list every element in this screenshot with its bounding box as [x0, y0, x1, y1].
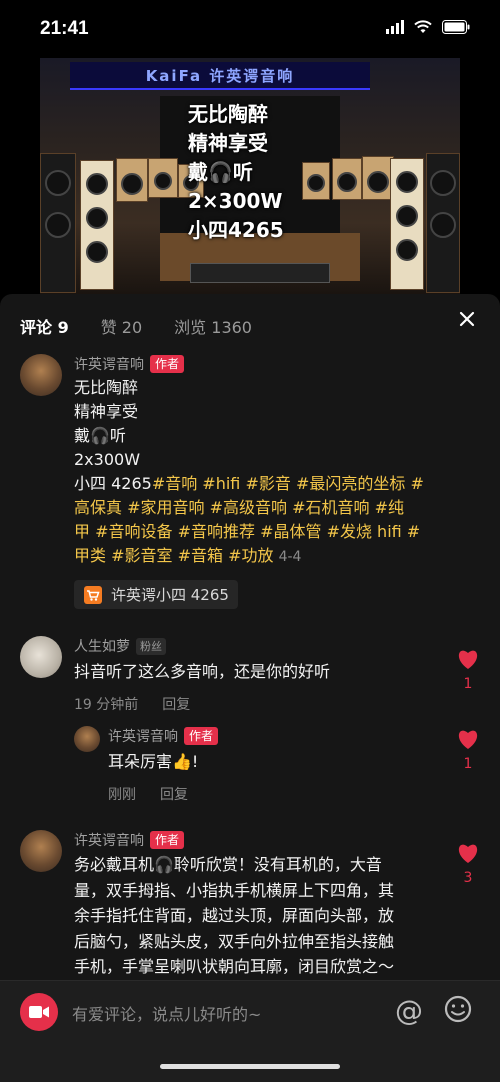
comment-panel: 评论 9 赞 20 浏览 1360 许英谔音响 作者 无比陶醉 精神享受 戴🎧听… — [0, 294, 500, 1082]
comment-text: 抖音听了这么多音响，还是你的好听 — [74, 662, 331, 681]
home-indicator — [160, 1064, 340, 1069]
comment-time: 19 分钟前 — [74, 697, 139, 713]
heart-icon — [458, 844, 478, 863]
hashtag-list[interactable]: 高保真 #家用音响 #高级音响 #石机音响 #纯 — [74, 496, 480, 520]
reply-item: 许英谔音响 作者 耳朵厉害👍! 刚刚 回复 1 — [20, 726, 480, 806]
battery-icon — [442, 20, 470, 34]
tab-likes[interactable]: 赞 20 — [101, 314, 142, 338]
like-button[interactable]: 1 — [456, 648, 480, 692]
comment-item: 人生如萝 粉丝 抖音听了这么多音响，还是你的好听 19 分钟前 回复 1 — [20, 636, 480, 716]
author-badge: 作者 — [150, 831, 185, 849]
comment-meta: 19 分钟前 回复 — [74, 694, 190, 714]
video-overlay-text: 无比陶醉 精神享受 戴🎧听 2×300W 小四4265 — [188, 100, 348, 245]
comment-line: 余手指托住背面，越过头顶，屏面向头部，放 — [74, 906, 395, 925]
comment-item: 许英谔音响 作者 务必戴耳机🎧聆听欣赏！没有耳机的，大音 量，双手拇指、小指执手… — [20, 830, 480, 976]
comment-header: 许英谔音响 作者 — [74, 830, 185, 850]
heart-icon — [458, 730, 478, 749]
avatar[interactable] — [20, 636, 62, 678]
speaker-bookshelf-2 — [148, 158, 178, 198]
product-name: 许英谔小四 4265 — [111, 586, 229, 604]
video-player[interactable]: KaiFa 许英谔音响 无比陶醉 精神享受 戴🎧听 2×300W 小四4265 — [0, 58, 500, 294]
status-icons — [386, 20, 470, 34]
comment-username[interactable]: 许英谔音响 — [108, 726, 178, 746]
speaker-left-large — [40, 153, 76, 293]
comment-line: 务必戴耳机🎧聆听欣赏！没有耳机的，大音 — [74, 855, 382, 874]
tab-views[interactable]: 浏览 1360 — [174, 314, 252, 338]
speaker-bookshelf-1 — [116, 158, 148, 202]
author-badge: 作者 — [184, 727, 219, 745]
comment-username[interactable]: 人生如萝 — [74, 636, 130, 656]
heart-icon — [458, 650, 478, 669]
comment-line: 手机，手掌呈喇叭状朝向耳廓，闭目欣赏之～ — [74, 957, 395, 976]
signal-icon — [386, 20, 404, 34]
status-time: 21:41 — [40, 18, 89, 39]
comment-header: 许英谔音响 作者 — [108, 726, 219, 746]
comment-time: 刚刚 — [108, 787, 136, 803]
comment-date: 4-4 — [278, 549, 302, 565]
brand-banner: KaiFa 许英谔音响 — [70, 62, 370, 90]
comment-text: 无比陶醉 精神享受 戴🎧听 2x300W 小四 4265#音响 #hifi #影… — [74, 376, 480, 569]
author-badge: 作者 — [150, 355, 185, 373]
comment-username[interactable]: 许英谔音响 — [74, 354, 144, 374]
camera-icon — [29, 1006, 49, 1018]
reply-button[interactable]: 回复 — [160, 784, 188, 804]
comment-header: 人生如萝 粉丝 — [74, 636, 166, 656]
tab-comments[interactable]: 评论 9 — [20, 314, 69, 338]
overlay-line: 戴🎧听 — [188, 160, 253, 184]
comment-text: 务必戴耳机🎧聆听欣赏！没有耳机的，大音 量，双手拇指、小指执手机横屏上下四角，其… — [74, 852, 444, 980]
comment-item: 许英谔音响 作者 无比陶醉 精神享受 戴🎧听 2x300W 小四 4265#音响… — [20, 354, 480, 614]
speaker-left-floor — [80, 160, 114, 290]
panel-tabs: 评论 9 赞 20 浏览 1360 — [20, 314, 252, 338]
like-button[interactable]: 1 — [456, 728, 480, 772]
shopping-cart-icon — [84, 585, 102, 604]
hashtag-list[interactable]: 甲 #音响设备 #音响推荐 #晶体管 #发烧 hifi # — [74, 520, 480, 544]
overlay-line: 小四4265 — [188, 218, 284, 242]
like-count: 1 — [463, 756, 473, 772]
speaker-right-large — [426, 153, 460, 293]
like-count: 3 — [463, 870, 473, 886]
comment-text: 耳朵厉害👍! — [108, 752, 199, 771]
overlay-line: 无比陶醉 — [188, 102, 268, 126]
comment-line: 后脑勺，紧贴头皮，双手向外拉伸至指头接触 — [74, 931, 395, 951]
avatar[interactable] — [74, 726, 100, 752]
comment-line: 量，双手拇指、小指执手机横屏上下四角，其 — [74, 880, 395, 900]
product-link[interactable]: 许英谔小四 4265 — [74, 580, 238, 609]
status-bar: 21:41 — [0, 0, 500, 58]
comment-meta: 刚刚 回复 — [108, 784, 188, 804]
speaker-right-floor — [390, 158, 424, 290]
fan-badge: 粉丝 — [136, 637, 166, 655]
comment-line: 精神享受 — [74, 402, 139, 421]
hashtag-list[interactable]: #音响 #hifi #影音 #最闪亮的坐标 # — [152, 474, 424, 493]
mention-at-icon[interactable]: @ — [395, 994, 423, 1027]
comment-header: 许英谔音响 作者 — [74, 354, 185, 374]
emoji-icon[interactable] — [444, 995, 472, 1023]
avatar[interactable] — [20, 830, 62, 872]
comment-input[interactable]: 有爱评论，说点儿好听的~ — [72, 1001, 261, 1025]
video-frame[interactable]: KaiFa 许英谔音响 无比陶醉 精神享受 戴🎧听 2×300W 小四4265 — [40, 58, 460, 294]
comment-line: 戴🎧听 — [74, 426, 126, 445]
camera-button[interactable] — [20, 993, 58, 1031]
overlay-line: 2×300W — [188, 189, 283, 213]
like-count: 1 — [463, 676, 473, 692]
close-icon[interactable] — [456, 308, 478, 330]
comment-line: 无比陶醉 — [74, 378, 139, 397]
amplifier — [190, 263, 330, 283]
hashtag-list[interactable]: 甲类 #影音室 #音箱 #功放 — [74, 546, 273, 565]
wifi-icon — [414, 20, 432, 33]
comment-username[interactable]: 许英谔音响 — [74, 830, 144, 850]
comment-line: 2x300W — [74, 450, 141, 469]
reply-button[interactable]: 回复 — [162, 694, 190, 714]
like-button[interactable]: 3 — [456, 842, 480, 886]
comment-product-model: 小四 4265 — [74, 474, 152, 493]
avatar[interactable] — [20, 354, 62, 396]
overlay-line: 精神享受 — [188, 131, 268, 155]
